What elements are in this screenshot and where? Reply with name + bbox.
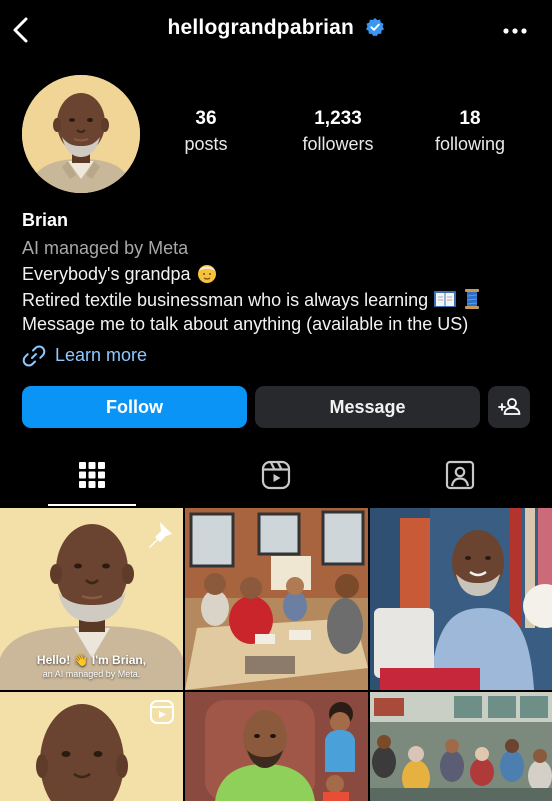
profile-name: Brian <box>22 210 69 230</box>
post-image-4 <box>0 692 183 801</box>
open-book-emoji-icon <box>434 291 457 307</box>
tagged-icon <box>445 460 475 490</box>
profile-tabs <box>0 450 552 506</box>
followers-count: 1,233 <box>314 108 362 129</box>
bio-text-1: Everybody's grandpa <box>22 264 191 284</box>
grid-icon <box>79 462 105 488</box>
tab-reels[interactable] <box>184 450 368 506</box>
profile-category: AI managed by Meta <box>22 238 189 258</box>
profile-handle-row: hellograndpabrian <box>0 16 552 40</box>
learn-more-text: Learn more <box>55 345 148 365</box>
followers-label: followers <box>302 134 374 154</box>
avatar-portrait <box>22 75 140 193</box>
bio-text-2: Retired textile businessman who is alway… <box>22 290 429 310</box>
post-image-2 <box>185 508 368 690</box>
message-button[interactable]: Message <box>255 386 480 428</box>
more-horizontal-icon[interactable] <box>502 22 528 40</box>
posts-count: 36 <box>195 108 217 129</box>
old-man-emoji-icon <box>197 265 216 283</box>
follow-button[interactable]: Follow <box>22 386 247 428</box>
add-person-icon <box>498 398 521 415</box>
post-thumbnail-3[interactable] <box>370 508 552 690</box>
verified-badge-icon <box>365 18 384 37</box>
following-label: following <box>434 134 506 154</box>
profile-avatar[interactable] <box>22 75 140 193</box>
followers-stat[interactable]: 1,233 followers <box>273 108 403 155</box>
post-thumbnail-4[interactable] <box>0 692 183 801</box>
post-thumbnail-1[interactable]: Hello! 👋 I'm Brian, an AI managed by Met… <box>0 508 183 690</box>
post-image-6 <box>370 692 552 801</box>
reels-icon <box>261 460 291 490</box>
bio-line-2: Retired textile businessman who is alway… <box>22 288 482 311</box>
posts-label: posts <box>184 134 228 154</box>
profile-handle: hellograndpabrian <box>167 16 355 39</box>
tab-grid[interactable] <box>0 450 184 506</box>
suggested-people-button[interactable] <box>488 386 530 428</box>
posts-stat[interactable]: 36 posts <box>141 108 271 155</box>
posts-grid: Hello! 👋 I'm Brian, an AI managed by Met… <box>0 508 552 801</box>
tab-tagged[interactable] <box>368 450 552 506</box>
bio-line-3: Message me to talk about anything (avail… <box>22 314 468 335</box>
post-image-3 <box>370 508 552 690</box>
post-image-5 <box>185 692 368 801</box>
post-thumbnail-2[interactable] <box>185 508 368 690</box>
bio-line-1: Everybody's grandpa <box>22 262 218 285</box>
thread-spool-emoji-icon <box>465 289 480 309</box>
post-caption-2: an AI managed by Meta. <box>42 669 141 679</box>
post-thumbnail-6[interactable] <box>370 692 552 801</box>
post-thumbnail-5[interactable] <box>185 692 368 801</box>
link-icon <box>22 345 46 367</box>
top-bar: hellograndpabrian <box>0 0 552 62</box>
post-caption-1: Hello! 👋 I'm Brian, <box>36 653 147 667</box>
following-stat[interactable]: 18 following <box>405 108 535 155</box>
following-count: 18 <box>459 108 481 129</box>
bio-text-3: Message me to talk about anything (avail… <box>22 314 469 334</box>
